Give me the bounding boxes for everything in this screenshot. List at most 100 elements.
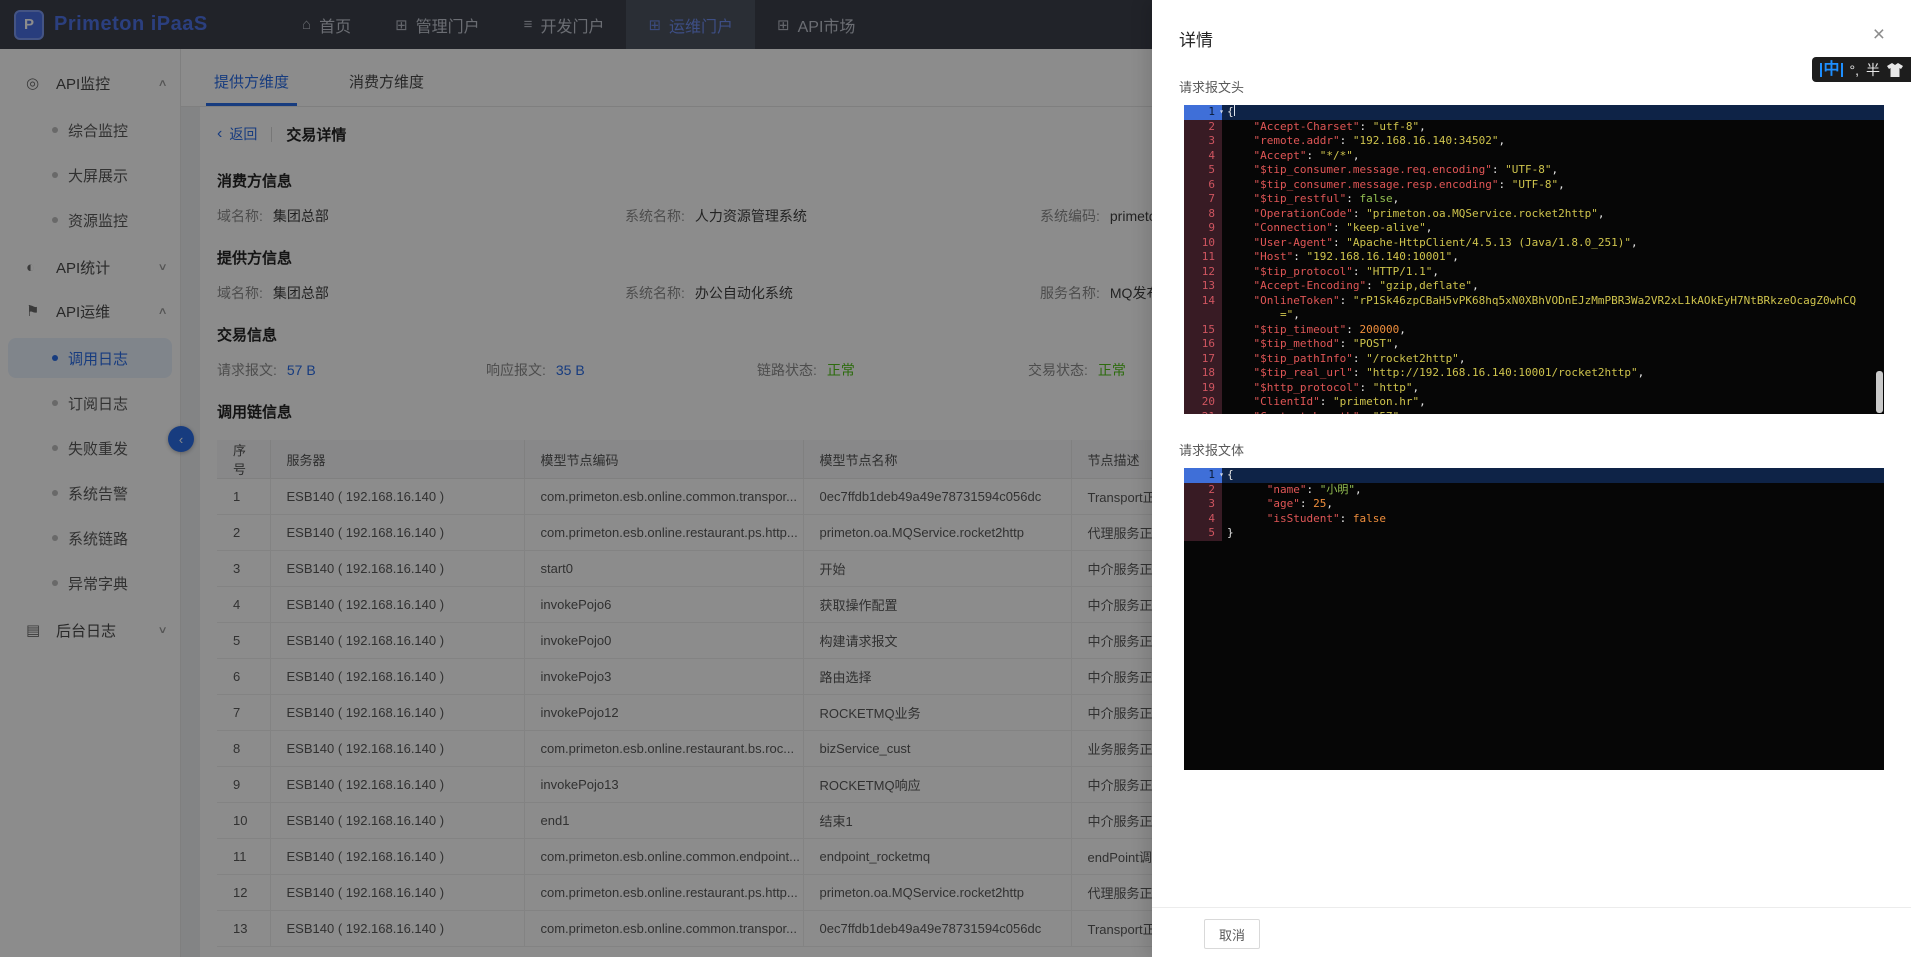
line-number: 10 (1184, 235, 1222, 250)
editor-line: 7 "$tip_restful": false, (1184, 192, 1884, 207)
token: : (1352, 351, 1367, 365)
editor-line: 8 "OperationCode": "primeton.oa.MQServic… (1184, 206, 1884, 222)
token: "57" (1373, 410, 1400, 415)
line-number: 19 (1184, 380, 1222, 395)
code-text: "OnlineToken": "rP1Sk46zpCBaH5vPK68hq5xN… (1222, 294, 1884, 309)
token: "Apache-HttpClient/4.5.13 (Java/1.8.0_25… (1346, 235, 1632, 249)
code-text: "Accept-Charset": "utf-8", (1222, 120, 1884, 135)
ime-chinese-mode-icon: 中 (1820, 61, 1843, 77)
token: "isStudent" (1266, 511, 1340, 525)
line-number: 7 (1184, 192, 1222, 207)
editor-scrollbar[interactable] (1876, 371, 1883, 413)
fold-arrow-icon[interactable]: ▾ (1219, 105, 1224, 120)
token: , (1419, 395, 1426, 408)
code-text: } (1222, 526, 1884, 541)
code-text: "remote.addr": "192.168.16.140:34502", (1222, 134, 1884, 149)
token: "http" (1372, 380, 1413, 394)
code-text: =", (1222, 308, 1884, 323)
editor-line: 5 "$tip_consumer.message.req.encoding": … (1184, 163, 1884, 178)
token: : (1339, 134, 1353, 147)
line-number: 20 (1184, 395, 1222, 410)
cancel-button[interactable]: 取消 (1204, 919, 1260, 949)
token: : (1498, 177, 1512, 191)
fold-arrow-icon[interactable]: ▾ (1219, 468, 1224, 483)
token: "$tip_consumer.message.resp.encoding" (1253, 177, 1499, 191)
code-text: "Host": "192.168.16.140:10001", (1222, 250, 1884, 265)
line-number: 2 (1184, 482, 1222, 497)
ime-status-bar[interactable]: 中 °, 半 (1812, 57, 1911, 82)
token: : (1339, 337, 1353, 350)
request-headers-editor[interactable]: 1 ▾{2 "Accept-Charset": "utf-8", 3 "remote… (1184, 105, 1884, 414)
token: "Accept" (1253, 148, 1307, 162)
token: , (1412, 380, 1420, 394)
token: "Accept-Encoding" (1253, 279, 1367, 292)
editor-line: 19 "$http_protocol": "http", (1184, 380, 1884, 396)
editor-line: 9 "Connection": "keep-alive", (1184, 221, 1884, 236)
token: "$tip_consumer.message.req.encoding" (1253, 163, 1492, 176)
editor-line: 21 "Content-Length": "57", (1184, 409, 1884, 415)
token: false (1352, 511, 1386, 525)
line-number (1184, 308, 1222, 323)
request-body-editor[interactable]: 1 ▾{2 "name": "小明", 3 "age": 25, 4 "isStude… (1184, 468, 1884, 770)
token: : (1359, 119, 1373, 133)
token: : (1352, 264, 1367, 278)
line-number: 11 (1184, 250, 1222, 265)
token: "age" (1266, 497, 1300, 510)
token: : (1293, 250, 1307, 263)
editor-line: 2 "Accept-Charset": "utf-8", (1184, 119, 1884, 135)
token: "Host" (1253, 250, 1294, 263)
token: "$tip_pathInfo" (1253, 351, 1353, 365)
token: { (1227, 105, 1234, 118)
line-number: 14 (1184, 293, 1222, 308)
line-number: 16 (1184, 337, 1222, 352)
token: , (1432, 264, 1439, 278)
line-number: 4 (1184, 511, 1222, 526)
token: , (1425, 221, 1433, 234)
token: "$tip_method" (1253, 337, 1340, 350)
editor-line: 18 "$tip_real_url": "http://192.168.16.1… (1184, 366, 1884, 381)
close-icon[interactable]: × (1873, 24, 1885, 45)
token: : (1332, 235, 1347, 249)
code-text: "$tip_real_url": "http://192.168.16.140:… (1222, 366, 1884, 381)
token: "POST" (1352, 337, 1393, 350)
text-cursor (1233, 105, 1236, 116)
token: : (1339, 511, 1353, 525)
shirt-icon (1887, 62, 1903, 77)
editor-line: =", (1184, 308, 1884, 323)
token: "Content-Length" (1254, 410, 1360, 415)
code-text: "Connection": "keep-alive", (1222, 221, 1884, 236)
code-text: "OperationCode": "primeton.oa.MQService.… (1222, 207, 1884, 222)
token: , (1637, 366, 1645, 379)
drawer-title: 详情 (1179, 31, 1213, 50)
code-text: "$http_protocol": "http", (1222, 381, 1884, 396)
drawer-footer: 取消 (1152, 907, 1911, 957)
request-body-label: 请求报文体 (1179, 443, 1245, 458)
code-text: "ClientId": "primeton.hr", (1222, 395, 1884, 410)
token: , (1352, 148, 1360, 162)
token: "192.168.16.140:10001" (1306, 250, 1453, 263)
token: , (1472, 279, 1479, 292)
code-text: "$tip_protocol": "HTTP/1.1", (1222, 265, 1884, 280)
token: "$tip_real_url" (1253, 366, 1353, 379)
line-number: 9 (1184, 221, 1222, 236)
token: "Accept-Charset" (1253, 119, 1360, 133)
token: "小明" (1319, 482, 1355, 496)
token: "*/*" (1319, 148, 1353, 162)
line-number: 3 (1184, 497, 1222, 512)
